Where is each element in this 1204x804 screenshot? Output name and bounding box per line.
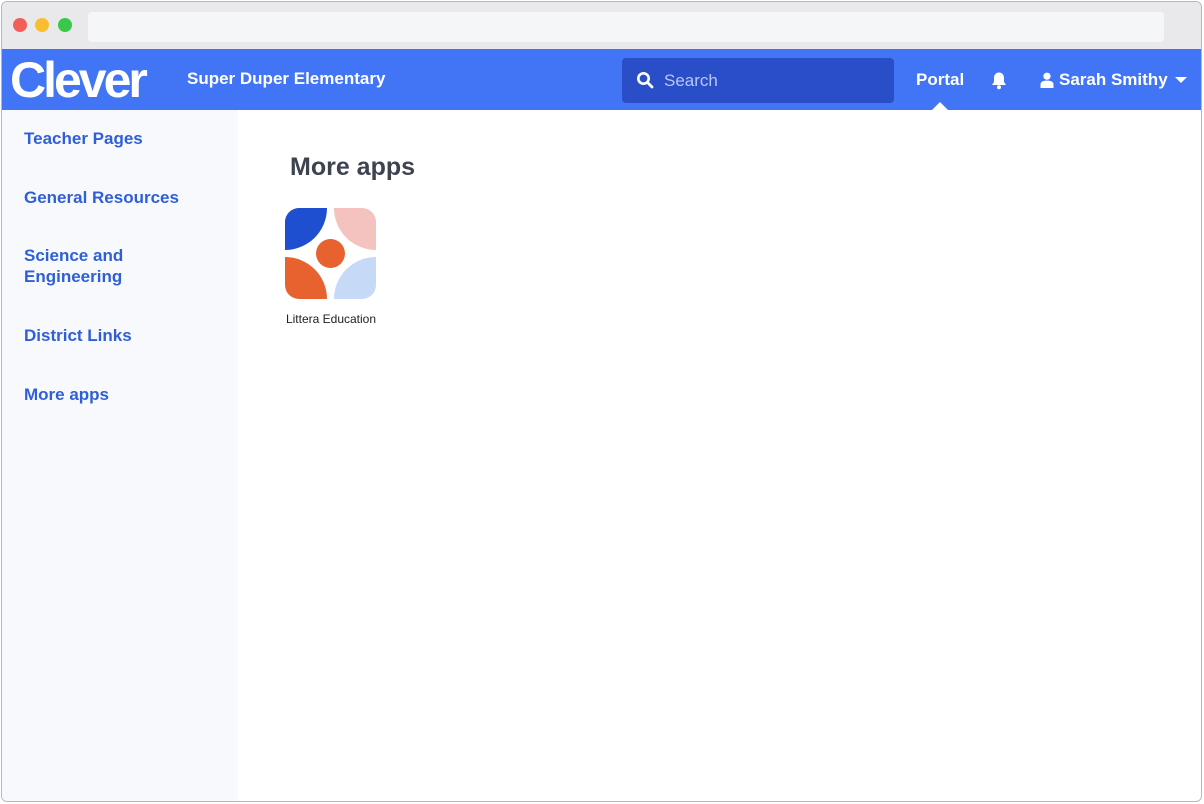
sidebar: Teacher Pages General Resources Science …	[2, 110, 238, 801]
browser-chrome	[2, 2, 1201, 49]
page-title: More apps	[290, 153, 416, 181]
app-tile-littera-education[interactable]: Littera Education	[285, 208, 377, 326]
user-menu[interactable]: Sarah Smithy	[1040, 69, 1187, 91]
clever-logo[interactable]: Clever	[10, 52, 148, 108]
sidebar-item-science-and-engineering[interactable]: Science and Engineering	[24, 245, 144, 287]
school-name: Super Duper Elementary	[187, 69, 386, 88]
chevron-down-icon	[1174, 77, 1187, 83]
top-navigation: Clever Super Duper Elementary Portal Sar…	[2, 49, 1201, 111]
user-icon	[1040, 72, 1054, 88]
sidebar-item-district-links[interactable]: District Links	[24, 325, 214, 346]
user-name: Sarah Smithy	[1059, 70, 1168, 89]
littera-logo-icon	[285, 208, 376, 299]
app-name: Littera Education	[285, 312, 377, 326]
sidebar-item-more-apps[interactable]: More apps	[24, 384, 214, 405]
portal-link[interactable]: Portal	[916, 70, 964, 90]
active-tab-indicator	[931, 102, 949, 111]
address-bar[interactable]	[88, 12, 1164, 42]
search-input[interactable]	[664, 58, 884, 103]
search-box[interactable]	[622, 58, 894, 103]
close-window-button[interactable]	[13, 18, 27, 32]
bell-icon[interactable]	[990, 71, 1008, 90]
maximize-window-button[interactable]	[58, 18, 72, 32]
browser-window: Clever Super Duper Elementary Portal Sar…	[1, 1, 1202, 802]
sidebar-item-teacher-pages[interactable]: Teacher Pages	[24, 128, 214, 149]
search-icon	[637, 72, 654, 89]
sidebar-item-general-resources[interactable]: General Resources	[24, 187, 214, 208]
minimize-window-button[interactable]	[35, 18, 49, 32]
